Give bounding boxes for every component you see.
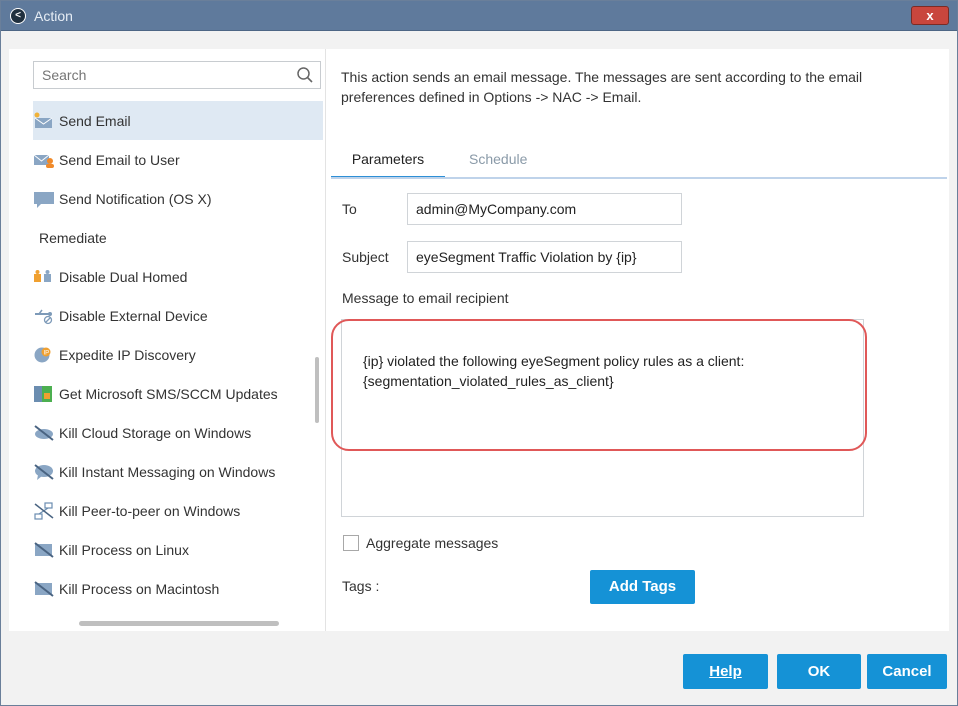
message-label: Message to email recipient [342,290,509,306]
sidebar-item-kill-p2p[interactable]: Kill Peer-to-peer on Windows [33,491,323,530]
sidebar-item-kill-process-mac[interactable]: Kill Process on Macintosh [33,569,323,608]
tab-schedule[interactable]: Schedule [469,151,527,167]
notification-icon [33,190,55,208]
kill-process-icon [33,541,55,559]
sidebar-item-label: Send Email to User [59,151,180,168]
subject-field[interactable]: eyeSegment Traffic Violation by {ip} [407,241,682,273]
search-box [33,61,321,89]
cancel-button[interactable]: Cancel [867,654,947,689]
svg-text:IP: IP [44,350,50,356]
kill-cloud-icon [33,424,55,442]
sidebar-item-kill-cloud-storage[interactable]: Kill Cloud Storage on Windows [33,413,323,452]
sidebar-item-kill-process-linux[interactable]: Kill Process on Linux [33,530,323,569]
sidebar-item-label: Get Microsoft SMS/SCCM Updates [59,385,278,402]
sidebar-item-send-email[interactable]: Send Email [33,101,323,140]
sidebar-item-disable-dual-homed[interactable]: Disable Dual Homed [33,257,323,296]
close-button[interactable]: x [911,6,949,25]
to-label: To [342,201,357,217]
sidebar-item-label: Expedite IP Discovery [59,346,196,363]
tab-label: Schedule [469,151,528,167]
ok-button[interactable]: OK [777,654,861,689]
tab-underline [331,177,947,179]
title-bar[interactable]: < Action x [1,1,957,31]
p2p-icon [33,501,55,520]
sccm-icon [33,385,55,403]
tags-label: Tags : [342,578,380,594]
window-title: Action [34,8,73,24]
panel-divider [325,49,326,631]
app-icon: < [10,8,26,24]
sidebar-item-send-email-to-user[interactable]: Send Email to User [33,140,323,179]
sidebar-item-label: Kill Instant Messaging on Windows [59,463,276,480]
action-sidebar: Send Email Send Email to User Send Notif… [19,49,325,631]
ip-discovery-icon: IP [33,346,55,364]
email-user-icon [33,151,55,169]
sidebar-item-label: Kill Peer-to-peer on Windows [59,502,241,519]
action-dialog: < Action x Send Email [0,0,958,706]
sidebar-vertical-scrollbar[interactable] [315,357,319,423]
section-label: Remediate [39,229,107,246]
sidebar-item-label: Kill Process on Macintosh [59,580,220,597]
to-field[interactable]: admin@MyCompany.com [407,193,682,225]
sidebar-horizontal-scrollbar[interactable] [79,621,279,626]
kill-im-icon [33,463,55,481]
message-content: {ip} violated the following eyeSegment p… [363,351,744,391]
search-input[interactable] [34,62,274,88]
message-line-1: {ip} violated the following eyeSegment p… [363,353,745,369]
tab-label: Parameters [351,151,425,167]
sidebar-item-label: Kill Process on Linux [59,541,189,558]
sidebar-item-send-notification[interactable]: Send Notification (OS X) [33,179,323,218]
action-list: Send Email Send Email to User Send Notif… [33,101,323,608]
sidebar-item-label: Kill Cloud Storage on Windows [59,424,252,441]
kill-process-icon [33,580,55,598]
message-line-2: {segmentation_violated_rules_as_client} [363,373,614,389]
email-send-icon [33,112,55,130]
sidebar-item-label: Send Email [59,112,131,129]
sidebar-item-label: Disable External Device [59,307,208,324]
add-tags-button[interactable]: Add Tags [590,570,695,604]
sidebar-item-disable-external-device[interactable]: Disable External Device [33,296,323,335]
usb-icon [33,307,55,325]
sidebar-item-label: Send Notification (OS X) [59,190,212,207]
sidebar-item-get-sccm-updates[interactable]: Get Microsoft SMS/SCCM Updates [33,374,323,413]
sidebar-item-expedite-ip-discovery[interactable]: IP Expedite IP Discovery [33,335,323,374]
sidebar-item-kill-instant-messaging[interactable]: Kill Instant Messaging on Windows [33,452,323,491]
search-icon[interactable] [296,66,314,84]
aggregate-messages-checkbox[interactable] [343,535,359,551]
help-button-label: Help [709,663,742,680]
tab-parameters[interactable]: Parameters [331,151,445,179]
sidebar-section-remediate: Remediate [33,218,323,257]
help-button[interactable]: Help [683,654,768,689]
aggregate-messages-label: Aggregate messages [366,535,499,551]
subject-label: Subject [342,249,389,265]
action-description: This action sends an email message. The … [341,69,863,105]
close-icon: x [926,8,934,23]
sidebar-item-label: Disable Dual Homed [59,268,188,285]
dual-homed-icon [33,268,55,286]
